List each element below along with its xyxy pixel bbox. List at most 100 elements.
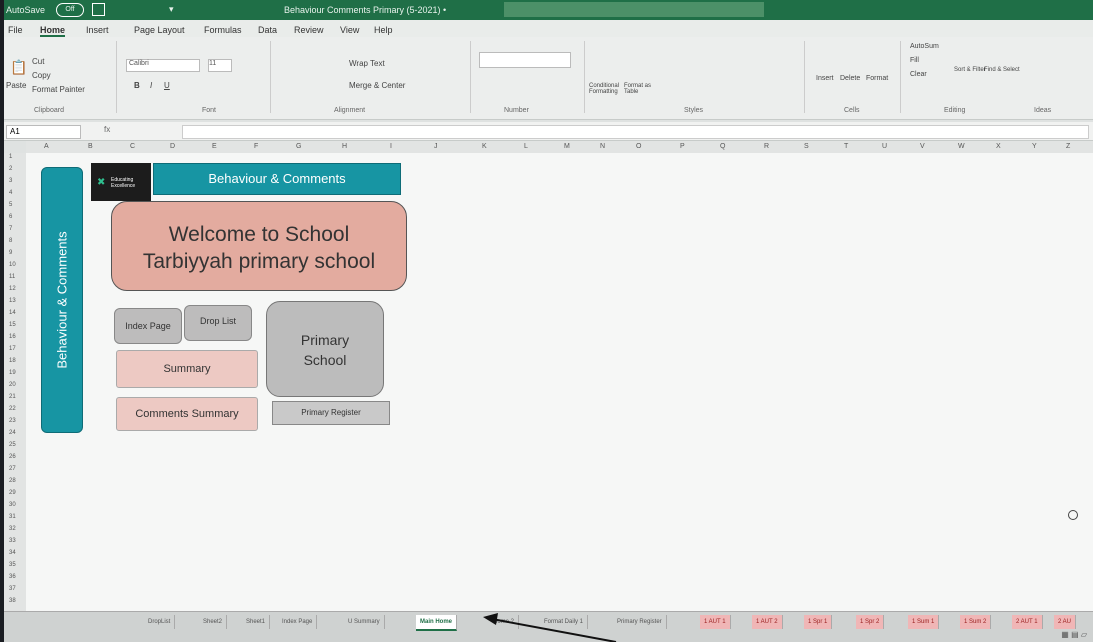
- merge-center-button[interactable]: Merge & Center: [349, 81, 405, 90]
- row-header[interactable]: 25: [9, 442, 16, 448]
- number-format-select[interactable]: [479, 52, 571, 68]
- menu-view[interactable]: View: [340, 25, 359, 35]
- column-header[interactable]: T: [844, 143, 848, 150]
- font-size-select[interactable]: 11: [208, 59, 232, 72]
- row-header[interactable]: 35: [9, 562, 16, 568]
- column-header[interactable]: Y: [1032, 143, 1037, 150]
- row-header[interactable]: 24: [9, 430, 16, 436]
- row-header[interactable]: 16: [9, 334, 16, 340]
- row-header[interactable]: 1: [9, 154, 12, 160]
- column-header[interactable]: C: [130, 143, 135, 150]
- save-icon[interactable]: [92, 3, 105, 16]
- menu-file[interactable]: File: [8, 25, 23, 35]
- menu-review[interactable]: Review: [294, 25, 324, 35]
- column-header[interactable]: D: [170, 143, 175, 150]
- row-header[interactable]: 29: [9, 490, 16, 496]
- row-header[interactable]: 37: [9, 586, 16, 592]
- menu-insert[interactable]: Insert: [86, 25, 109, 35]
- row-header[interactable]: 2: [9, 166, 12, 172]
- row-header[interactable]: 14: [9, 310, 16, 316]
- column-header[interactable]: W: [958, 143, 965, 150]
- row-header[interactable]: 5: [9, 202, 12, 208]
- column-header[interactable]: S: [804, 143, 809, 150]
- wrap-text-button[interactable]: Wrap Text: [349, 59, 385, 68]
- column-header[interactable]: U: [882, 143, 887, 150]
- column-header[interactable]: P: [680, 143, 685, 150]
- row-header[interactable]: 3: [9, 178, 12, 184]
- column-header[interactable]: J: [434, 143, 438, 150]
- search-box[interactable]: [504, 2, 764, 17]
- copy-button[interactable]: Copy: [32, 71, 51, 80]
- column-header[interactable]: O: [636, 143, 641, 150]
- index-page-button[interactable]: Index Page: [114, 308, 182, 344]
- menu-page-layout[interactable]: Page Layout: [134, 25, 185, 35]
- sheet-tab[interactable]: 1 Sum 2: [960, 615, 992, 629]
- column-header[interactable]: N: [600, 143, 605, 150]
- primary-school-button[interactable]: Primary School: [266, 301, 384, 397]
- insert-cells-button[interactable]: Insert: [816, 75, 834, 82]
- row-header[interactable]: 8: [9, 238, 12, 244]
- row-header[interactable]: 27: [9, 466, 16, 472]
- column-header[interactable]: I: [390, 143, 392, 150]
- row-header[interactable]: 30: [9, 502, 16, 508]
- sheet-tab[interactable]: U Summary: [344, 615, 385, 629]
- sheet-tab[interactable]: 1 Spr 2: [856, 615, 885, 629]
- column-header[interactable]: B: [88, 143, 93, 150]
- drop-list-button[interactable]: Drop List: [184, 305, 252, 341]
- sheet-tab[interactable]: Sheet1: [242, 615, 271, 629]
- column-header[interactable]: E: [212, 143, 217, 150]
- column-header[interactable]: H: [342, 143, 347, 150]
- formula-input[interactable]: [182, 125, 1089, 139]
- column-header[interactable]: M: [564, 143, 570, 150]
- row-header[interactable]: 22: [9, 406, 16, 412]
- column-header[interactable]: A: [44, 143, 49, 150]
- row-header[interactable]: 9: [9, 250, 12, 256]
- fx-icon[interactable]: fx: [104, 125, 110, 134]
- primary-register-button[interactable]: Primary Register: [272, 401, 390, 425]
- row-header[interactable]: 7: [9, 226, 12, 232]
- cut-button[interactable]: Cut: [32, 57, 44, 66]
- clear-button[interactable]: Clear: [910, 71, 927, 78]
- delete-cells-button[interactable]: Delete: [840, 75, 860, 82]
- row-header[interactable]: 23: [9, 418, 16, 424]
- sheet-tab[interactable]: Main Home: [416, 615, 458, 631]
- format-painter-button[interactable]: Format Painter: [32, 85, 85, 94]
- row-header[interactable]: 4: [9, 190, 12, 196]
- menu-formulas[interactable]: Formulas: [204, 25, 242, 35]
- row-header[interactable]: 33: [9, 538, 16, 544]
- row-header[interactable]: 18: [9, 358, 16, 364]
- sheet-tab[interactable]: Home 2: [489, 615, 520, 629]
- column-header[interactable]: L: [524, 143, 528, 150]
- italic-button[interactable]: I: [150, 81, 152, 90]
- autosum-button[interactable]: AutoSum: [910, 43, 939, 50]
- comments-summary-button[interactable]: Comments Summary: [116, 397, 258, 431]
- sheet-tab[interactable]: 1 AUT 1: [700, 615, 731, 629]
- format-as-table-button[interactable]: Format as Table: [624, 83, 660, 95]
- column-header[interactable]: V: [920, 143, 925, 150]
- bold-button[interactable]: B: [134, 81, 140, 90]
- format-cells-button[interactable]: Format: [866, 75, 888, 82]
- sort-filter-button[interactable]: Sort & Filter: [954, 67, 986, 73]
- sheet-tab[interactable]: Format Daily 1: [540, 615, 589, 629]
- row-header[interactable]: 28: [9, 478, 16, 484]
- row-header[interactable]: 31: [9, 514, 16, 520]
- column-header[interactable]: F: [254, 143, 258, 150]
- row-header[interactable]: 10: [9, 262, 16, 268]
- row-header[interactable]: 20: [9, 382, 16, 388]
- row-header[interactable]: 19: [9, 370, 16, 376]
- paste-button[interactable]: Paste: [6, 81, 26, 90]
- view-mode-icon[interactable]: ▦ ▤ ▱: [1061, 630, 1087, 639]
- row-header[interactable]: 26: [9, 454, 16, 460]
- menu-data[interactable]: Data: [258, 25, 277, 35]
- row-header[interactable]: 15: [9, 322, 16, 328]
- row-header[interactable]: 21: [9, 394, 16, 400]
- sheet-tab[interactable]: 2 AU: [1054, 615, 1077, 629]
- row-header[interactable]: 34: [9, 550, 16, 556]
- sheet-tab[interactable]: Sheet2: [199, 615, 228, 629]
- name-box[interactable]: A1: [6, 125, 81, 139]
- paste-icon[interactable]: 📋: [10, 59, 27, 76]
- autosave-toggle[interactable]: Off: [56, 3, 84, 17]
- quick-access-dropdown-icon[interactable]: ▾: [169, 4, 174, 15]
- row-header[interactable]: 13: [9, 298, 16, 304]
- find-select-button[interactable]: Find & Select: [984, 67, 1020, 73]
